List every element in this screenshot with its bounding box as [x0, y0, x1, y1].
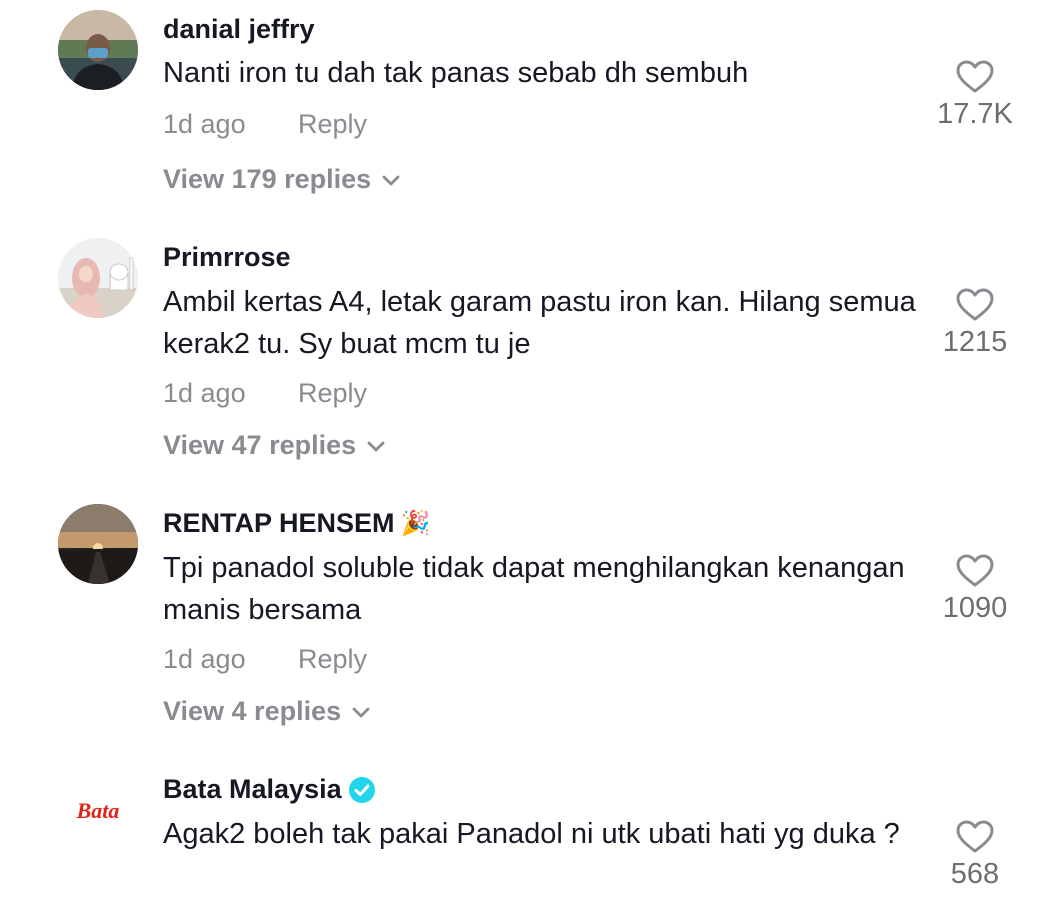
like-count: 17.7K — [937, 98, 1013, 130]
reply-button[interactable]: Reply — [298, 378, 367, 409]
view-replies-button[interactable]: View 179 replies — [163, 164, 401, 195]
like-button[interactable]: 17.7K — [920, 60, 1030, 131]
heart-icon — [956, 554, 994, 587]
username-text: Bata Malaysia — [163, 774, 342, 804]
username[interactable]: RENTAP HENSEM 🎉 — [163, 508, 430, 539]
like-count: 1215 — [942, 326, 1008, 358]
username-text: Primrrose — [163, 242, 291, 272]
comment-text: Ambil kertas A4, letak garam pastu iron … — [163, 286, 916, 360]
avatar[interactable]: Bata — [58, 770, 138, 850]
verified-badge-icon — [348, 776, 375, 803]
avatar[interactable] — [58, 238, 138, 318]
view-replies-button[interactable]: View 4 replies — [163, 696, 371, 727]
comment-text: Nanti iron tu dah tak panas sebab dh sem… — [163, 57, 749, 89]
timestamp: 1d ago — [163, 644, 246, 674]
like-count: 1090 — [942, 592, 1008, 624]
comment-meta: 1d ago Reply — [163, 109, 367, 140]
avatar[interactable] — [58, 504, 138, 584]
username[interactable]: danial jeffry — [163, 14, 315, 45]
like-count: 568 — [950, 858, 1000, 890]
avatar[interactable] — [58, 10, 138, 90]
username-text: danial jeffry — [163, 14, 315, 44]
party-popper-icon: 🎉 — [400, 510, 431, 537]
comment-meta: 1d ago Reply — [163, 644, 367, 675]
view-replies-label: View 179 replies — [163, 164, 372, 194]
chevron-down-icon — [352, 707, 370, 717]
timestamp: 1d ago — [163, 378, 246, 408]
comment-meta: 1d ago Reply — [163, 378, 367, 409]
heart-icon — [956, 60, 994, 93]
username-text: RENTAP HENSEM — [163, 508, 395, 538]
reply-button[interactable]: Reply — [298, 109, 367, 140]
bata-logo-avatar-icon: Bata — [58, 770, 138, 850]
heart-icon — [956, 288, 994, 321]
mosque-illustration-avatar-icon — [58, 238, 138, 318]
username[interactable]: Primrrose — [163, 242, 291, 273]
sunset-avatar-icon — [58, 504, 138, 584]
like-button[interactable]: 1090 — [920, 554, 1030, 625]
timestamp: 1d ago — [163, 109, 246, 139]
heart-icon — [956, 820, 994, 853]
username[interactable]: Bata Malaysia — [163, 774, 376, 805]
like-button[interactable]: 1215 — [920, 288, 1030, 359]
view-replies-button[interactable]: View 47 replies — [163, 430, 386, 461]
view-replies-label: View 4 replies — [163, 696, 342, 726]
bata-logo-text: Bata — [76, 798, 120, 823]
comment-text: Tpi panadol soluble tidak dapat menghila… — [163, 552, 905, 626]
chevron-down-icon — [382, 175, 400, 185]
like-button[interactable]: 568 — [920, 820, 1030, 891]
reply-button[interactable]: Reply — [298, 644, 367, 675]
person-avatar-icon — [58, 10, 138, 90]
chevron-down-icon — [367, 441, 385, 451]
view-replies-label: View 47 replies — [163, 430, 357, 460]
comment-text: Agak2 boleh tak pakai Panadol ni utk uba… — [163, 818, 900, 850]
